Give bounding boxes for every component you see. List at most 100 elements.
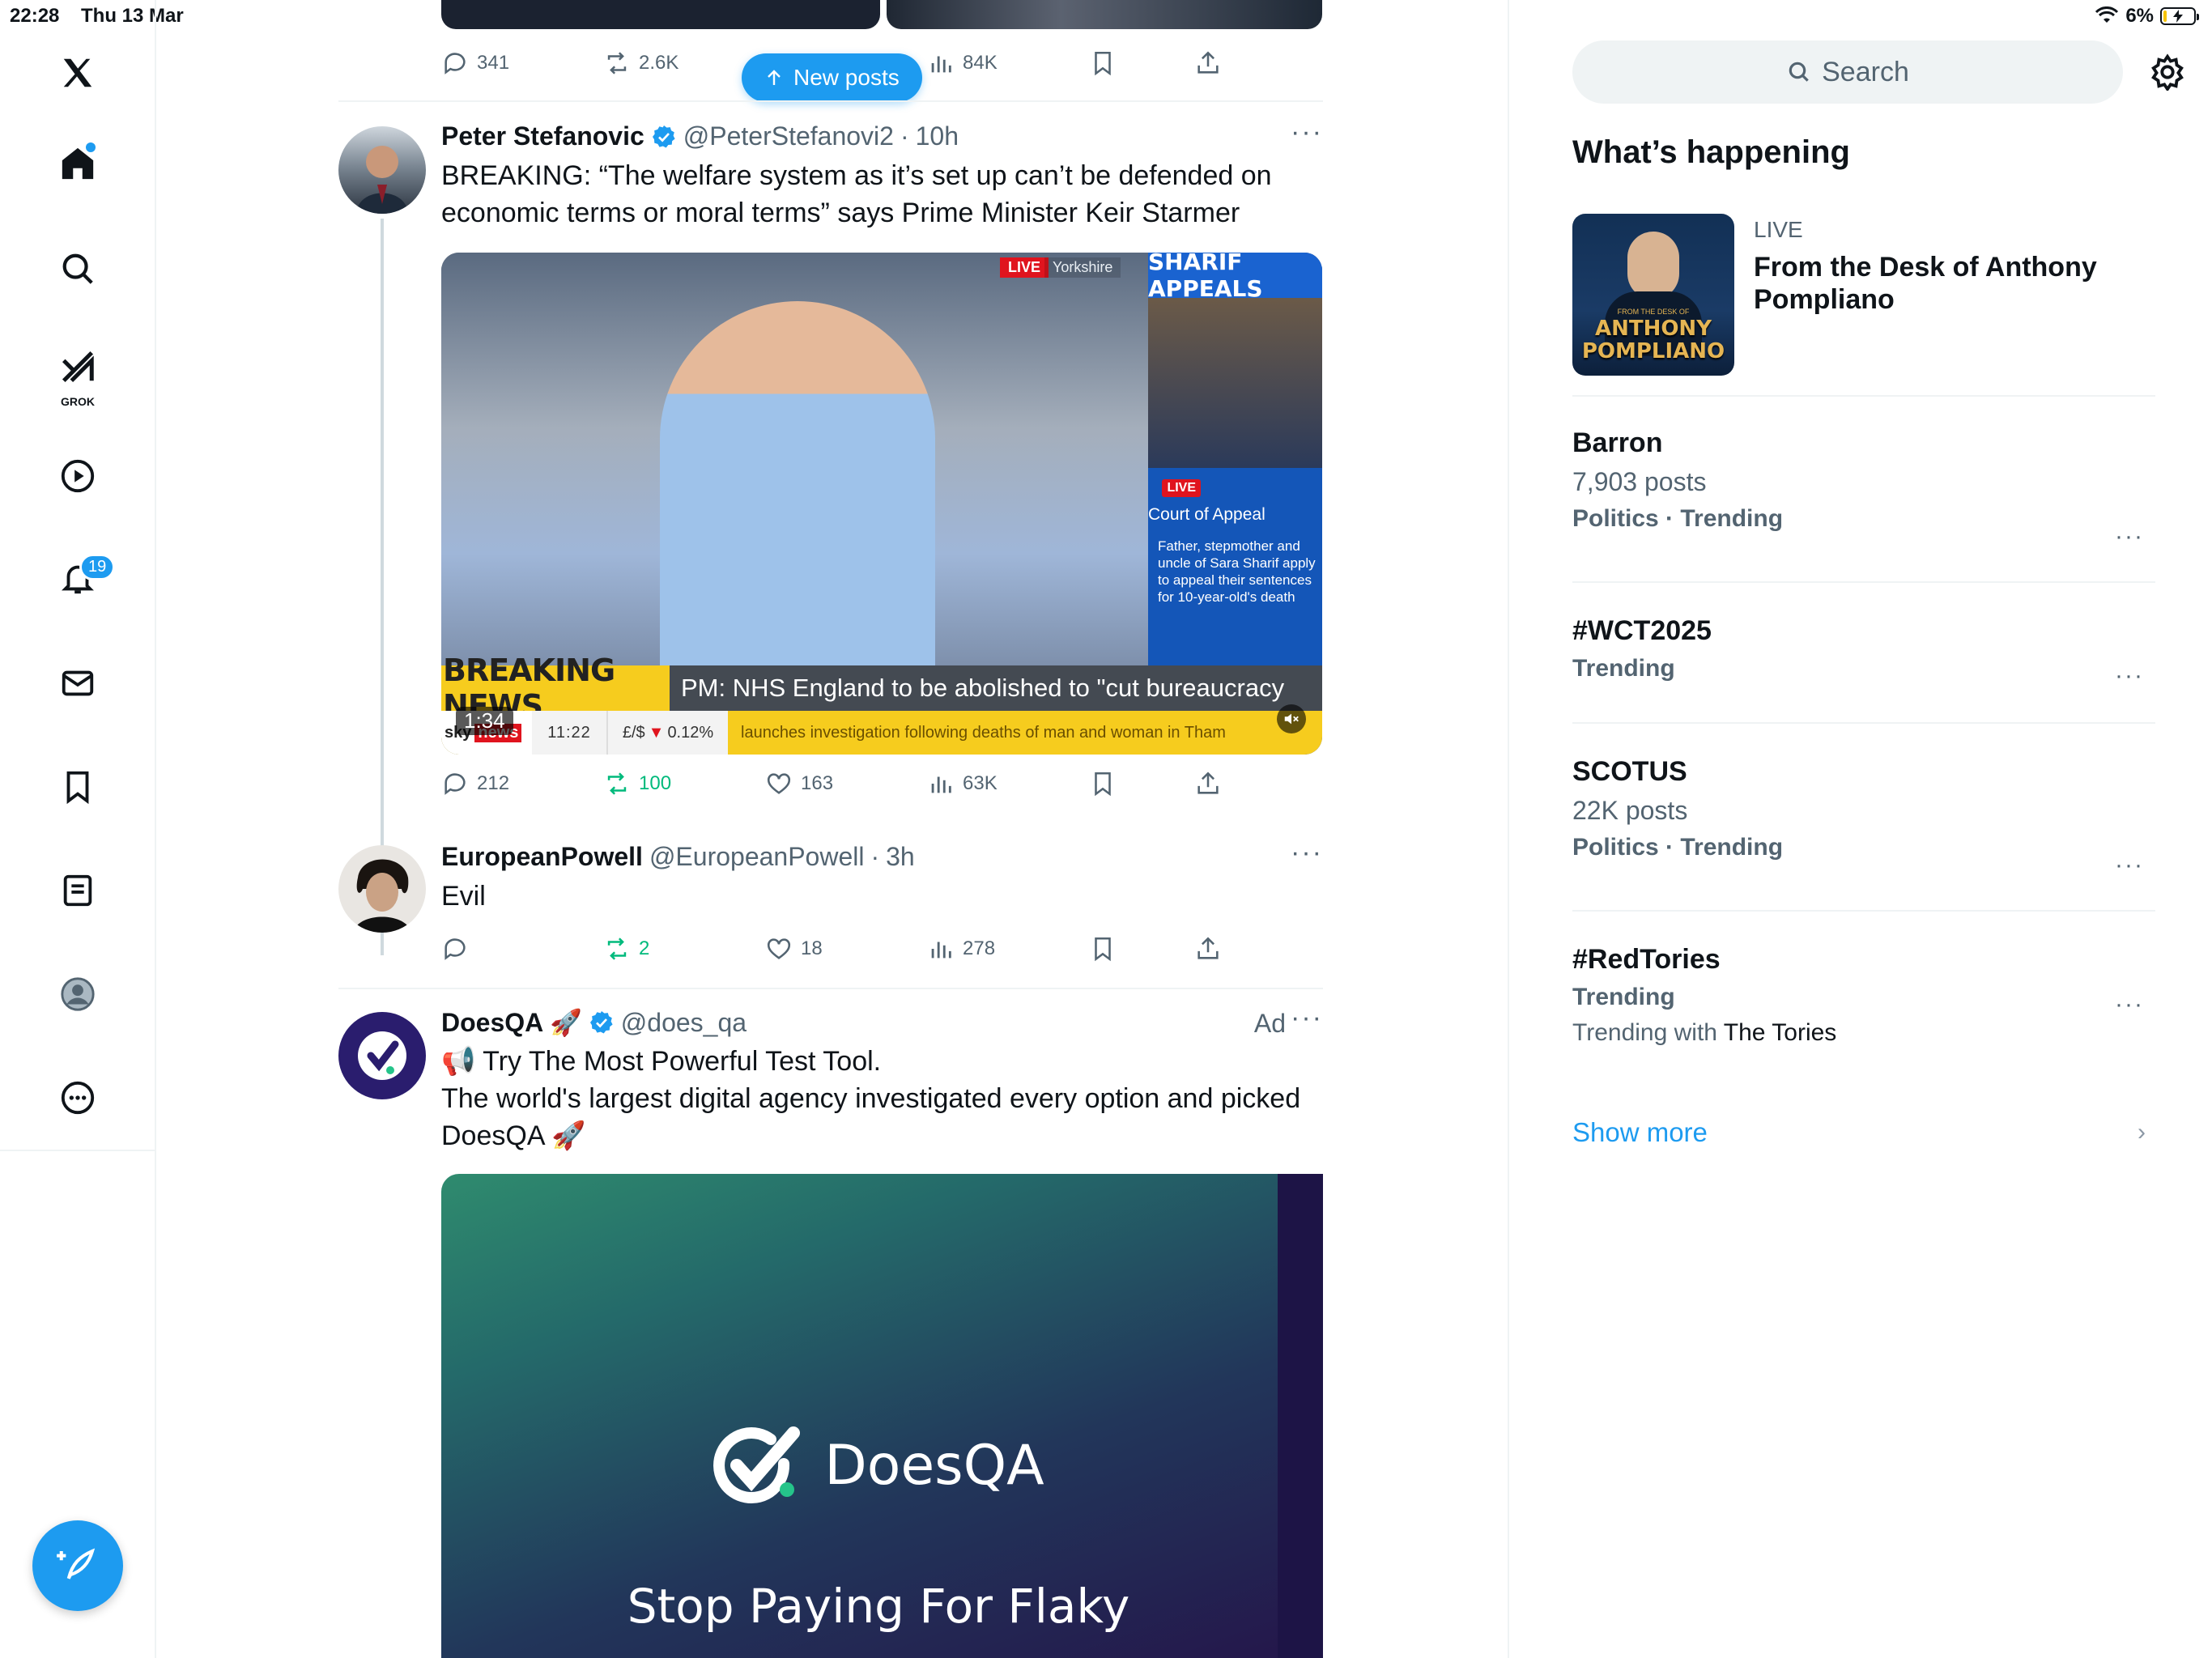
bookmark-button[interactable] xyxy=(1089,770,1117,797)
profile-avatar-icon[interactable] xyxy=(52,968,104,1020)
live-event-thumbnail[interactable]: FROM THE DESK OF ANTHONY POMPLIANO xyxy=(1572,214,1734,376)
repost-count: 100 xyxy=(639,772,672,794)
mute-icon[interactable] xyxy=(1277,704,1306,733)
notifications-badge: 19 xyxy=(79,554,116,580)
trend-item[interactable]: SCOTUS 22K posts Politics · Trending ··· xyxy=(1572,756,2155,878)
views-button[interactable]: 278 xyxy=(927,935,995,963)
trend-with-prefix: Trending with xyxy=(1572,1019,1717,1046)
trend-item[interactable]: #WCT2025 Trending ··· xyxy=(1572,615,2155,689)
previous-post-image-1[interactable] xyxy=(441,0,880,29)
trend-item[interactable]: #RedTories Trending Trending with The To… xyxy=(1572,944,2155,1047)
avatar[interactable] xyxy=(338,126,426,214)
like-button[interactable]: 163 xyxy=(765,770,833,797)
trend-name: SCOTUS xyxy=(1572,756,1687,787)
compose-post-button[interactable] xyxy=(32,1520,123,1611)
heart-icon xyxy=(767,773,791,794)
share-button[interactable] xyxy=(1194,49,1222,77)
reply-button[interactable]: 212 xyxy=(441,770,509,797)
trend-more-options-icon[interactable]: ··· xyxy=(2115,852,2144,879)
author-name[interactable]: Peter Stefanovic xyxy=(441,121,644,151)
post-header: Peter Stefanovic @PeterStefanovi2 · 10h xyxy=(441,121,959,151)
search-icon[interactable] xyxy=(52,243,104,295)
ad-card-brand: DoesQA xyxy=(824,1433,1044,1498)
share-button[interactable] xyxy=(1194,770,1222,797)
post-time[interactable]: 3h xyxy=(886,842,915,872)
grok-icon[interactable]: GROK xyxy=(52,340,104,408)
left-nav: GROK 19 xyxy=(0,0,156,1658)
trend-more-options-icon[interactable]: ··· xyxy=(2115,662,2144,690)
reply-icon xyxy=(445,53,466,74)
search-input[interactable]: Search xyxy=(1572,40,2123,104)
video-play-icon[interactable] xyxy=(52,450,104,502)
ad-card-logo: DoesQA xyxy=(441,1425,1316,1506)
ad-label: Ad xyxy=(1253,1009,1286,1038)
show-more-link[interactable]: Show more xyxy=(1572,1117,1708,1148)
author-name[interactable]: EuropeanPowell xyxy=(441,842,643,872)
x-logo-icon[interactable] xyxy=(52,47,104,99)
trend-post-count: 7,903 posts xyxy=(1572,467,1707,496)
reply-button[interactable]: 341 xyxy=(441,49,509,77)
lists-icon[interactable] xyxy=(52,865,104,916)
previous-post-image-2[interactable] xyxy=(887,0,1322,29)
post-time[interactable]: 10h xyxy=(916,121,959,151)
post-more-options-icon[interactable]: ··· xyxy=(1291,117,1323,148)
video-side-header: SHARIF APPEALS xyxy=(1148,253,1322,302)
views-button[interactable]: 63K xyxy=(927,770,998,797)
video-side-image xyxy=(1148,298,1322,468)
avatar[interactable] xyxy=(338,1012,426,1099)
verified-badge-icon xyxy=(589,1011,613,1034)
author-handle[interactable]: @does_qa xyxy=(621,1008,747,1038)
trend-category: Trending xyxy=(1572,655,1675,682)
trend-with-name[interactable]: The Tories xyxy=(1724,1019,1837,1046)
chevron-right-icon[interactable]: › xyxy=(2138,1119,2146,1146)
new-posts-button[interactable]: New posts xyxy=(742,53,922,102)
trend-item[interactable]: Barron 7,903 posts Politics · Trending ·… xyxy=(1572,427,2155,550)
author-handle[interactable]: @PeterStefanovi2 xyxy=(683,121,894,151)
post-video[interactable]: LIVE Yorkshire SHARIF APPEALS LIVE Court… xyxy=(441,253,1322,755)
trend-name: Barron xyxy=(1572,427,1663,458)
bookmark-button[interactable] xyxy=(1089,935,1117,963)
post-header: EuropeanPowell @EuropeanPowell · 3h xyxy=(441,842,915,872)
repost-button[interactable]: 2 xyxy=(603,935,649,963)
video-side-body: Father, stepmother and uncle of Sara Sha… xyxy=(1158,538,1316,605)
post-more-options-icon[interactable]: ··· xyxy=(1291,1002,1323,1034)
notifications-bell-icon[interactable]: 19 xyxy=(52,552,116,604)
live-event-title[interactable]: From the Desk of Anthony Pompliano xyxy=(1754,251,2126,316)
new-posts-label: New posts xyxy=(793,65,900,90)
post-text: BREAKING: “The welfare system as it’s se… xyxy=(441,160,1272,228)
like-button[interactable]: 18 xyxy=(765,935,823,963)
repost-count: 2.6K xyxy=(639,52,679,74)
bookmarks-icon[interactable] xyxy=(52,761,104,813)
share-button[interactable] xyxy=(1194,935,1222,963)
trend-more-options-icon[interactable]: ··· xyxy=(2115,523,2144,551)
ad-media-card-next[interactable] xyxy=(1278,1174,1323,1658)
settings-gear-icon[interactable] xyxy=(2149,53,2186,91)
avatar[interactable] xyxy=(338,845,426,933)
more-options-icon[interactable] xyxy=(52,1072,104,1124)
author-handle[interactable]: @EuropeanPowell xyxy=(649,842,865,872)
video-clock: 11:22 xyxy=(532,711,606,755)
views-button[interactable]: 84K xyxy=(927,49,998,77)
author-name[interactable]: DoesQA 🚀 xyxy=(441,1007,582,1038)
reply-icon xyxy=(445,938,466,960)
post-text-line2: The world's largest digital agency inves… xyxy=(441,1083,1301,1151)
share-icon xyxy=(1197,937,1219,959)
post-text: 📢 Try The Most Powerful Test Tool. The w… xyxy=(441,1043,1316,1154)
repost-button[interactable]: 2.6K xyxy=(603,49,678,77)
ad-media-card[interactable]: DoesQA Stop Paying For Flaky xyxy=(441,1174,1316,1658)
video-fx-rate: £/$ ▼ 0.12% xyxy=(606,711,728,755)
repost-icon xyxy=(607,772,627,795)
repost-button[interactable]: 100 xyxy=(603,770,671,797)
like-count: 18 xyxy=(801,937,823,959)
messages-mail-icon[interactable] xyxy=(52,657,104,709)
previous-post-media[interactable] xyxy=(441,0,1322,29)
trend-more-options-icon[interactable]: ··· xyxy=(2115,991,2144,1018)
live-event-card[interactable]: FROM THE DESK OF ANTHONY POMPLIANO LIVE … xyxy=(1572,214,2155,376)
reply-button[interactable] xyxy=(441,935,469,963)
post-more-options-icon[interactable]: ··· xyxy=(1291,837,1323,869)
home-icon[interactable] xyxy=(52,138,104,189)
bookmark-button[interactable] xyxy=(1089,49,1117,77)
heart-icon xyxy=(767,938,791,959)
video-top-region: Yorkshire xyxy=(1044,257,1121,278)
repost-count: 2 xyxy=(639,937,650,959)
